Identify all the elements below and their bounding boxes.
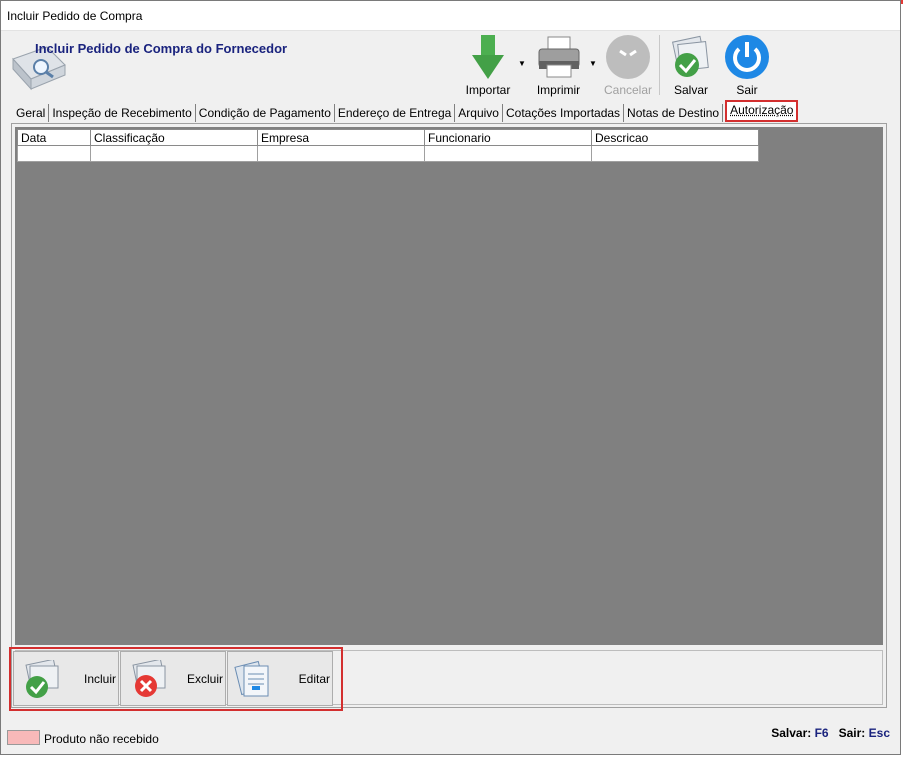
tab-inspecao-recebimento[interactable]: Inspeção de Recebimento: [49, 104, 196, 122]
column-header-classificacao[interactable]: Classificação: [90, 129, 258, 146]
column-header-descricao[interactable]: Descricao: [591, 129, 759, 146]
keyboard-shortcuts: Salvar: F6 Sair: Esc: [771, 726, 890, 740]
shortcut-sair-label: Sair:: [838, 726, 866, 740]
cancelar-label: Cancelar: [603, 83, 653, 97]
table-row[interactable]: [17, 145, 759, 162]
data-grid[interactable]: Data Classificação Empresa Funcionario D…: [15, 127, 883, 645]
printer-icon: [538, 36, 579, 78]
imprimir-dropdown-icon[interactable]: ▼: [589, 59, 597, 68]
excluir-button[interactable]: Excluir: [120, 651, 226, 706]
importar-dropdown-icon[interactable]: ▼: [518, 59, 526, 68]
tab-autorizacao[interactable]: Autorização: [725, 100, 799, 122]
importar-label: Importar: [465, 83, 511, 97]
salvar-button[interactable]: Salvar: [665, 33, 717, 97]
page-title: Incluir Pedido de Compra do Fornecedor: [35, 41, 288, 56]
incluir-label: Incluir: [83, 672, 116, 686]
grid-table: Data Classificação Empresa Funcionario D…: [17, 129, 759, 162]
importar-button[interactable]: Importar: [463, 33, 513, 97]
imprimir-button[interactable]: Imprimir: [531, 33, 586, 97]
header: Incluir Pedido de Compra do Fornecedor I…: [1, 31, 900, 101]
tab-endereco-entrega[interactable]: Endereço de Entrega: [335, 104, 456, 122]
tab-arquivo[interactable]: Arquivo: [455, 104, 503, 122]
cell[interactable]: [17, 145, 91, 162]
tab-cotacoes-importadas[interactable]: Cotações Importadas: [503, 104, 625, 122]
down-arrow-icon: [472, 35, 504, 79]
tab-notas-destino[interactable]: Notas de Destino: [624, 104, 724, 122]
incluir-button[interactable]: Incluir: [13, 651, 119, 706]
cell[interactable]: [424, 145, 592, 162]
editar-button[interactable]: Editar: [227, 651, 333, 706]
legend-label: Produto não recebido: [44, 732, 159, 746]
tab-geral[interactable]: Geral: [13, 104, 50, 122]
add-check-icon: [25, 660, 59, 698]
sair-button[interactable]: Sair: [721, 33, 773, 97]
shortcut-salvar-label: Salvar:: [771, 726, 812, 740]
column-header-funcionario[interactable]: Funcionario: [424, 129, 592, 146]
cancelar-button[interactable]: Cancelar: [602, 33, 654, 97]
legend-swatch: [7, 730, 40, 745]
excluir-label: Excluir: [186, 672, 223, 686]
imprimir-label: Imprimir: [536, 83, 581, 97]
cell[interactable]: [257, 145, 425, 162]
cancel-icon: [606, 35, 650, 79]
title-bar: Incluir Pedido de Compra: [1, 1, 900, 31]
edit-documents-icon: [234, 660, 269, 697]
tab-panel: Data Classificação Empresa Funcionario D…: [11, 123, 887, 708]
tab-condicao-pagamento[interactable]: Condição de Pagamento: [196, 104, 335, 122]
cell[interactable]: [90, 145, 258, 162]
toolbar-separator: [659, 35, 660, 95]
save-check-icon: [672, 35, 709, 77]
shortcut-salvar-key: F6: [814, 726, 829, 740]
window-title: Incluir Pedido de Compra: [7, 8, 143, 23]
delete-x-icon: [132, 660, 166, 697]
power-icon: [725, 35, 769, 79]
shortcut-sair-key: Esc: [868, 726, 890, 740]
dialog-window: Incluir Pedido de Compra Incluir Pedido …: [0, 0, 901, 755]
grid-header-row: Data Classificação Empresa Funcionario D…: [17, 129, 759, 146]
editar-label: Editar: [298, 672, 330, 686]
column-header-empresa[interactable]: Empresa: [257, 129, 425, 146]
sair-label: Sair: [736, 83, 758, 97]
salvar-label: Salvar: [673, 83, 708, 97]
column-header-data[interactable]: Data: [17, 129, 91, 146]
tab-strip: Geral Inspeção de Recebimento Condição d…: [13, 100, 799, 122]
cell[interactable]: [591, 145, 759, 162]
